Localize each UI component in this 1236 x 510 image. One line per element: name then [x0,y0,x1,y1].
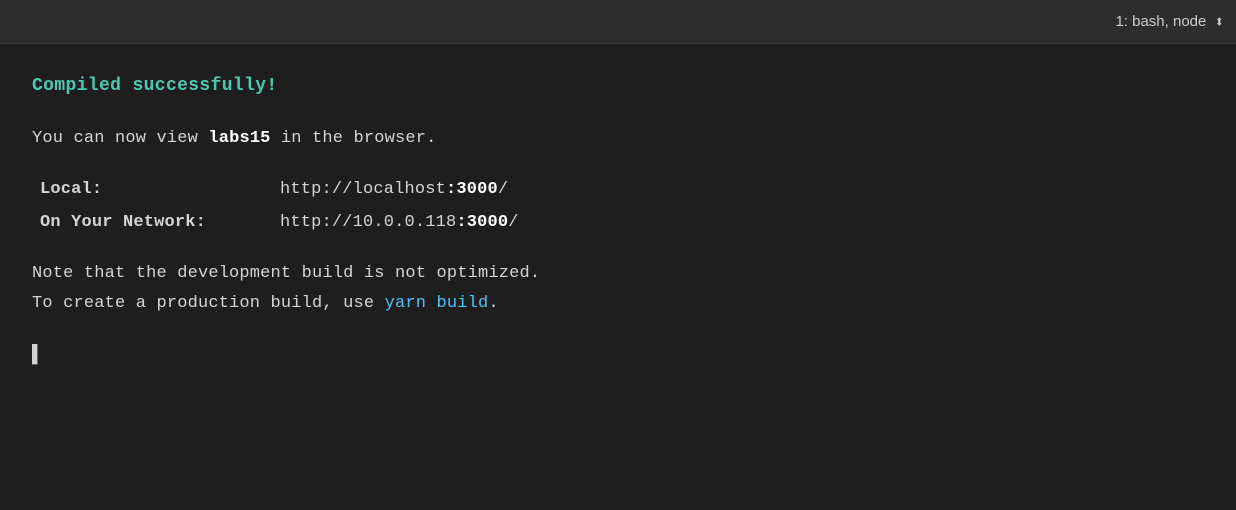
urls-block: Local: http://localhost:3000/ On Your Ne… [40,176,1204,236]
view-suffix: in the browser. [271,129,437,148]
app-name: labs15 [208,129,270,148]
view-prefix: You can now view [32,129,208,148]
terminal-header: 1: bash, node ⬍ [0,0,1236,44]
compiled-success-message: Compiled successfully! [32,72,1204,101]
network-label: On Your Network: [40,209,280,236]
network-url-prefix: http://10.0.0.118 [280,213,456,232]
note-block: Note that the development build is not o… [32,260,1204,316]
terminal-body: Compiled successfully! You can now view … [0,44,1236,398]
terminal-selector-icon[interactable]: ⬍ [1214,12,1224,32]
note-line-1: Note that the development build is not o… [32,260,1204,287]
view-message-line: You can now view labs15 in the browser. [32,125,1204,152]
network-url: http://10.0.0.118:3000/ [280,209,519,236]
local-url-port: :3000 [446,180,498,199]
network-url-port: :3000 [456,213,508,232]
terminal-title: 1: bash, node [1115,13,1206,30]
local-url-suffix: / [498,180,508,199]
terminal-title-area: 1: bash, node ⬍ [1115,12,1224,32]
cursor: ▌ [32,345,43,365]
local-url-prefix: http://localhost [280,180,446,199]
local-label: Local: [40,176,280,203]
local-url: http://localhost:3000/ [280,176,508,203]
cursor-line: ▌ [32,341,1204,370]
yarn-build-link: yarn build [385,294,489,313]
note-line2-prefix: To create a production build, use [32,294,385,313]
local-url-row: Local: http://localhost:3000/ [40,176,1204,203]
network-url-suffix: / [508,213,518,232]
note-line2-suffix: . [488,294,498,313]
network-url-row: On Your Network: http://10.0.0.118:3000/ [40,209,1204,236]
note-line-2: To create a production build, use yarn b… [32,290,1204,317]
